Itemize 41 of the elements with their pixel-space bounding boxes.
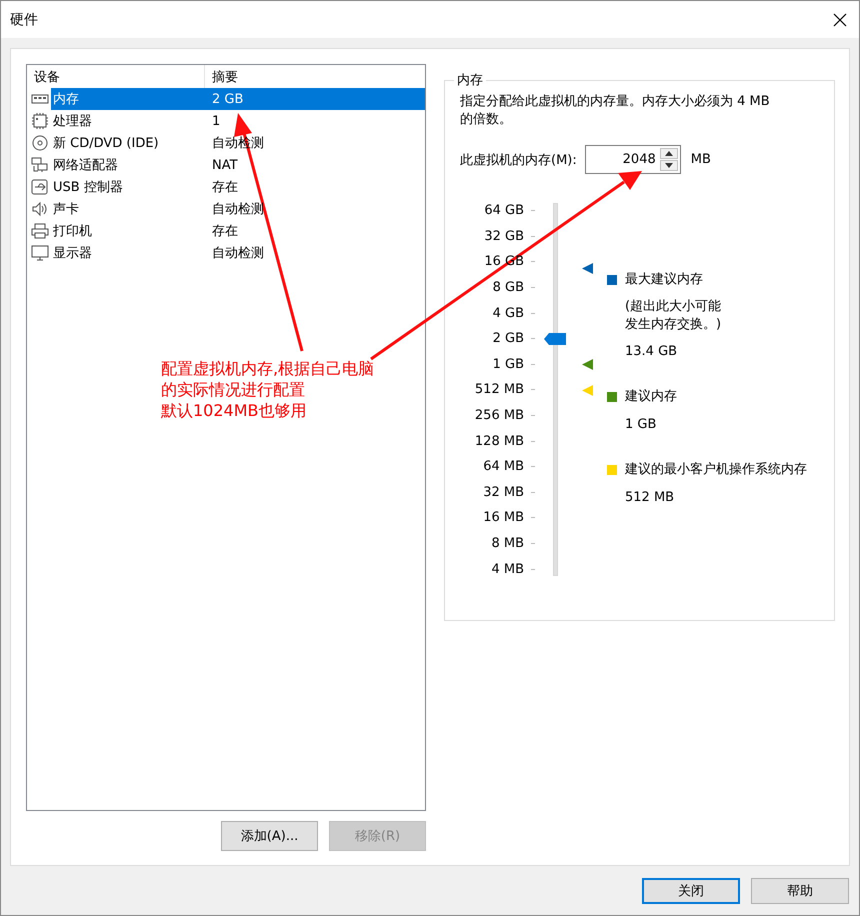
annotation-text: 默认1024MB也够用	[161, 400, 308, 421]
legend-value: 1 GB	[624, 416, 658, 434]
scale-label: 512 MB	[474, 381, 524, 400]
scale-label: 4 GB	[492, 304, 524, 323]
legend-note: 发生内存交换。)	[625, 316, 722, 334]
dialog-button[interactable]: 帮助	[751, 878, 849, 904]
scale-label: 2 GB	[492, 330, 524, 348]
field-label: 此虚拟机的内存(M):	[460, 152, 577, 168]
scale-label: 32 GB	[483, 228, 524, 246]
column-header[interactable]: 摘要	[205, 65, 238, 88]
group-title: 内存	[456, 72, 484, 89]
legend-title: 建议的最小客户机操作系统内存	[625, 461, 807, 479]
scale-label: 32 MB	[482, 484, 524, 502]
list-button[interactable]: 添加(A)...	[221, 821, 318, 851]
dialog-button[interactable]: 关闭	[642, 878, 740, 904]
annotation-text: 的实际情况进行配置	[161, 379, 306, 400]
device-row[interactable]: 打印机 存在	[51, 220, 425, 242]
unit-label: MB	[690, 152, 711, 167]
legend-title: 建议内存	[625, 388, 677, 406]
scale-label: 128 MB	[474, 432, 524, 451]
window-title: 硬件	[10, 10, 38, 28]
scale-label: 64 GB	[483, 202, 524, 220]
scale-label: 16 MB	[482, 509, 524, 528]
device-row[interactable]: USB 控制器 存在	[51, 176, 425, 198]
device-row[interactable]: 显示器 自动检测	[51, 242, 425, 264]
scale-label: 8 MB	[490, 535, 524, 554]
annotation-text: 配置虚拟机内存,根据自己电脑	[161, 358, 374, 379]
device-row[interactable]: 声卡 自动检测	[51, 198, 425, 220]
device-row[interactable]: 网络适配器 NAT	[51, 154, 425, 176]
scale-label: 64 MB	[482, 458, 524, 476]
scale-label: 4 MB	[490, 560, 524, 579]
device-row[interactable]: 内存 2 GB	[51, 88, 425, 110]
legend-value: 13.4 GB	[624, 343, 678, 361]
legend-note: (超出此大小可能	[625, 298, 722, 316]
legend-title: 最大建议内存	[625, 271, 703, 289]
scale-label: 256 MB	[474, 407, 524, 426]
legend-value: 512 MB	[624, 489, 676, 507]
scale-label: 8 GB	[492, 279, 524, 298]
description-text: 指定分配给此虚拟机的内存量。内存大小必须为 4 MB 的倍数。	[460, 93, 771, 129]
scale-label: 1 GB	[492, 356, 524, 374]
device-row[interactable]: 处理器 1	[51, 110, 425, 132]
